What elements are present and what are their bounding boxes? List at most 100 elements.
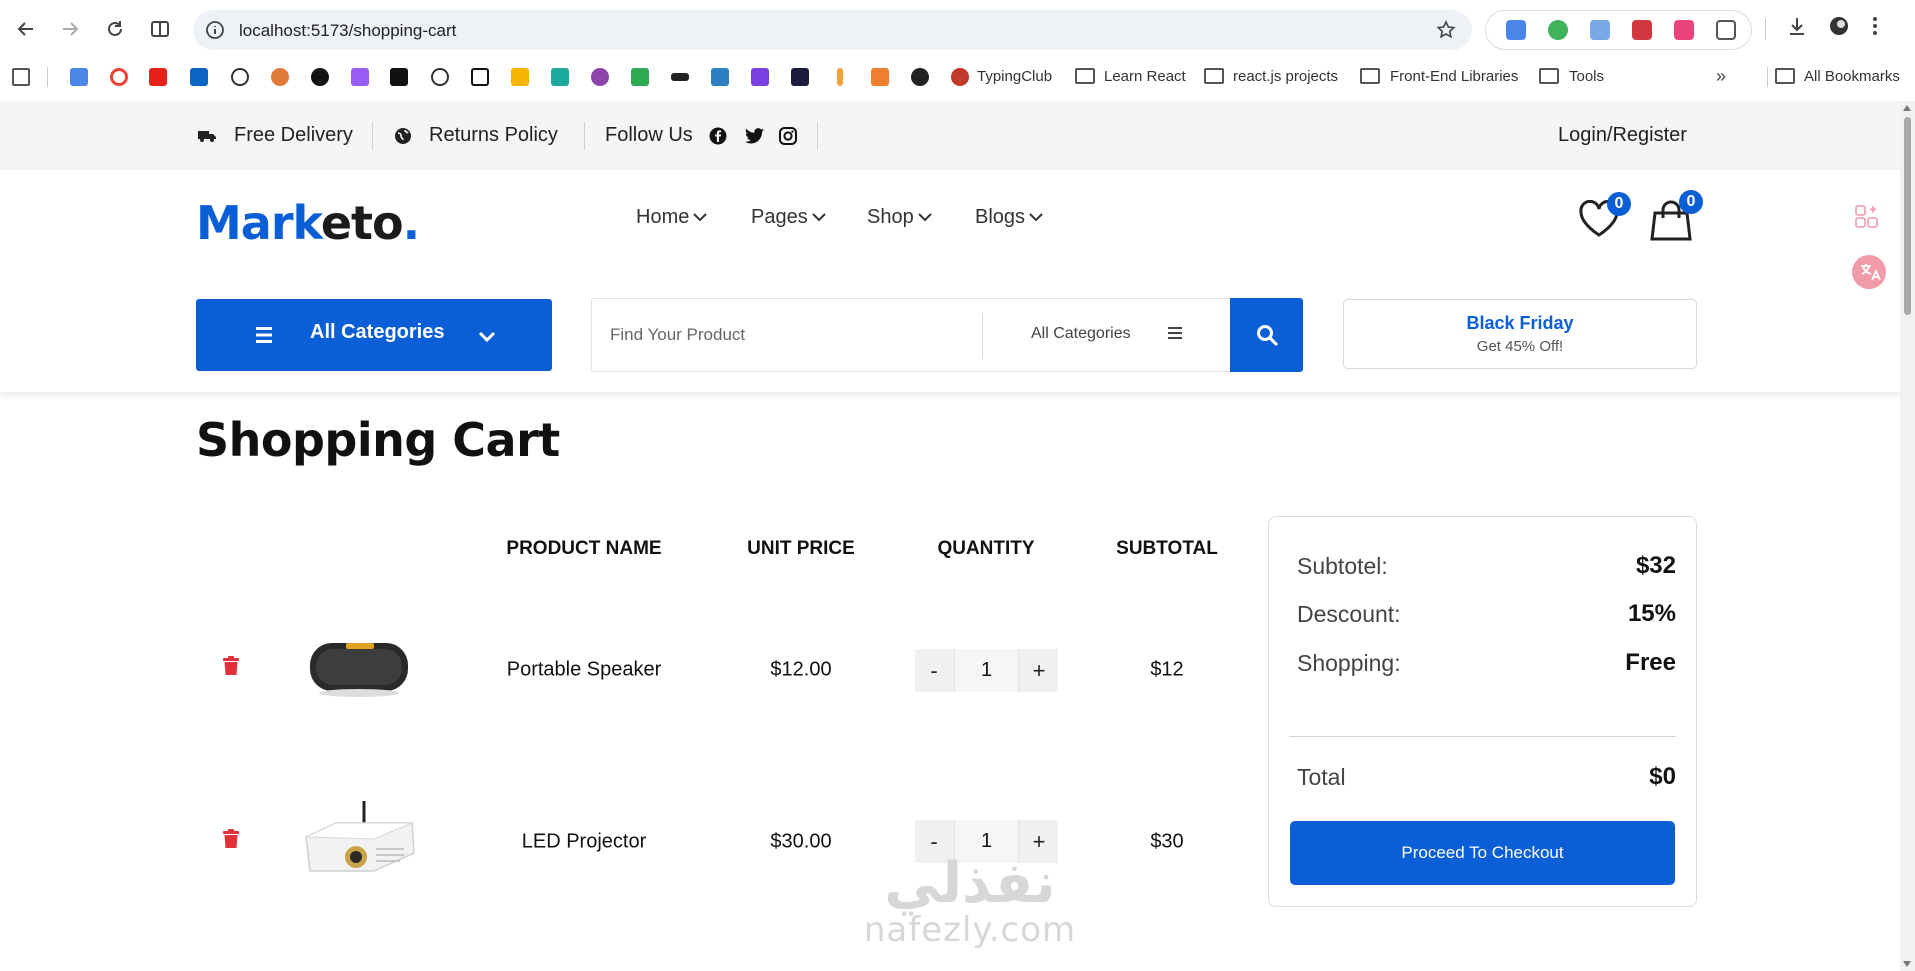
menu-shop-label[interactable]: Shop <box>867 206 914 229</box>
follow-us-label: Follow Us <box>605 124 693 146</box>
puzzle-red-extension-icon[interactable] <box>1632 20 1652 40</box>
all-bookmarks[interactable]: All Bookmarks <box>1804 68 1900 85</box>
login-register-link[interactable]: Login/Register <box>1558 101 1687 170</box>
column-header-product-name: PRODUCT NAME <box>506 538 662 559</box>
braces-bookmark-icon[interactable] <box>751 68 769 86</box>
site-info-icon[interactable] <box>205 20 225 40</box>
more-bookmarks-icon[interactable]: » <box>1716 66 1726 87</box>
menu-home[interactable]: Home <box>636 202 708 232</box>
address-bar[interactable]: localhost:5173/shopping-cart <box>193 10 1472 50</box>
led-projector-image[interactable] <box>300 799 420 881</box>
google-translate-bookmark-icon[interactable] <box>70 68 88 86</box>
shield-extension-icon[interactable] <box>1548 20 1568 40</box>
delete-trash-icon[interactable] <box>222 829 240 849</box>
twitter-icon[interactable] <box>745 101 764 170</box>
summary-divider <box>1289 736 1676 737</box>
menu-blogs-label[interactable]: Blogs <box>975 206 1025 229</box>
scroll-thumb[interactable] <box>1904 117 1911 315</box>
menu-pages[interactable]: Pages <box>751 202 826 232</box>
folder-icon <box>1075 68 1095 84</box>
cart-summary: Subtotel: $32 Descount: 15% Shopping: Fr… <box>1268 516 1697 907</box>
row-subtotal: $12 <box>1150 658 1184 681</box>
bookmarks-bar: TypingClub Learn React react.js projects… <box>0 62 1915 92</box>
notion-bookmark-icon[interactable] <box>471 68 489 86</box>
all-categories-label[interactable]: All Categories <box>310 321 444 344</box>
search-category-select[interactable]: All Categories <box>1031 325 1131 343</box>
e-bookmark-icon[interactable] <box>711 68 729 86</box>
typingclub-bookmark-icon[interactable] <box>951 68 969 86</box>
delete-trash-icon[interactable] <box>222 656 240 676</box>
document-extension-icon[interactable] <box>1590 20 1610 40</box>
instagram-icon[interactable] <box>779 101 797 170</box>
bookmark-typingclub[interactable]: TypingClub <box>977 68 1052 85</box>
k-bookmark-icon[interactable] <box>551 68 569 86</box>
product-name[interactable]: Portable Speaker <box>507 659 662 682</box>
quantity-decrease-button[interactable]: - <box>915 649 953 692</box>
drive-bookmark-icon[interactable] <box>511 68 529 86</box>
search-input[interactable] <box>610 325 960 345</box>
translate-floating-icon[interactable] <box>1852 255 1886 289</box>
topbar-divider <box>584 122 585 150</box>
globe-icon <box>394 127 412 145</box>
page-scrollbar[interactable] <box>1900 101 1915 971</box>
bookmark-react-projects[interactable]: react.js projects <box>1233 68 1338 85</box>
extensions-menu-icon[interactable] <box>1716 20 1736 40</box>
address-url[interactable]: localhost:5173/shopping-cart <box>239 21 456 41</box>
purple-bookmark-icon[interactable] <box>591 68 609 86</box>
claude-bookmark-icon[interactable] <box>271 68 289 86</box>
site-logo[interactable]: Marketo. <box>196 196 420 250</box>
translate-pink-extension-icon[interactable] <box>1674 20 1694 40</box>
youtube-bookmark-icon[interactable] <box>149 68 167 86</box>
github-bookmark-icon[interactable] <box>911 68 929 86</box>
search-bar: All Categories <box>591 298 1303 372</box>
w-bookmark-icon[interactable] <box>631 68 649 86</box>
bookmark-tools[interactable]: Tools <box>1569 68 1604 85</box>
back-icon[interactable] <box>12 15 40 43</box>
returns-policy[interactable]: Returns Policy <box>394 101 558 170</box>
scroll-down-arrow-icon[interactable] <box>1903 961 1911 967</box>
chatgpt-bookmark-icon[interactable] <box>231 68 249 86</box>
quantity-value[interactable]: 1 <box>954 649 1019 692</box>
circle-bookmark-icon[interactable] <box>311 68 329 86</box>
all-categories-button[interactable]: All Categories <box>196 299 552 371</box>
login-register-label[interactable]: Login/Register <box>1558 124 1687 147</box>
list-icon[interactable] <box>1168 327 1182 339</box>
orange-bookmark-icon[interactable] <box>871 68 889 86</box>
chevron-down-icon <box>478 331 496 343</box>
profile-avatar-icon[interactable] <box>1828 15 1850 37</box>
bookmark-front-end-libraries[interactable]: Front-End Libraries <box>1390 68 1518 85</box>
download-icon[interactable] <box>1786 15 1808 37</box>
forward-icon[interactable] <box>56 15 84 43</box>
linkedin-bookmark-icon[interactable] <box>190 68 208 86</box>
split-view-icon[interactable] <box>146 15 174 43</box>
reload-icon[interactable] <box>101 15 129 43</box>
bookmark-learn-react[interactable]: Learn React <box>1104 68 1186 85</box>
ai-sparkle-icon[interactable] <box>1852 202 1882 232</box>
facebook-icon[interactable] <box>709 101 727 170</box>
stack-bookmark-icon[interactable] <box>351 68 369 86</box>
google-bookmark-icon[interactable] <box>110 68 128 86</box>
alx-bookmark-icon[interactable] <box>671 73 689 81</box>
translate-extension-icon[interactable] <box>1506 20 1526 40</box>
proceed-to-checkout-button[interactable]: Proceed To Checkout <box>1290 821 1675 885</box>
menu-home-label[interactable]: Home <box>636 206 689 229</box>
bookmark-star-icon[interactable] <box>1436 20 1456 40</box>
search-button[interactable] <box>1230 298 1303 372</box>
menu-blogs[interactable]: Blogs <box>975 202 1043 232</box>
quantity-increase-button[interactable]: + <box>1020 649 1058 692</box>
square-bookmark-icon[interactable] <box>390 68 408 86</box>
menu-shop[interactable]: Shop <box>867 202 932 232</box>
apps-grid-icon[interactable] <box>12 68 30 86</box>
site-header: Marketo. Home Pages Shop Blogs 0 0 All C… <box>0 170 1900 392</box>
torch-bookmark-icon[interactable] <box>837 68 843 86</box>
black-friday-promo[interactable]: Black Friday Get 45% Off! <box>1343 299 1697 369</box>
portable-speaker-image[interactable] <box>306 635 412 699</box>
dev-bookmark-icon[interactable] <box>791 68 809 86</box>
menu-pages-label[interactable]: Pages <box>751 206 808 229</box>
compass-bookmark-icon[interactable] <box>431 68 449 86</box>
scroll-up-arrow-icon[interactable] <box>1903 105 1911 111</box>
product-name[interactable]: LED Projector <box>522 831 647 854</box>
top-bar: Free Delivery Returns Policy Follow Us L… <box>0 101 1900 170</box>
returns-policy-label[interactable]: Returns Policy <box>429 124 558 147</box>
more-menu-icon[interactable] <box>1872 15 1878 37</box>
